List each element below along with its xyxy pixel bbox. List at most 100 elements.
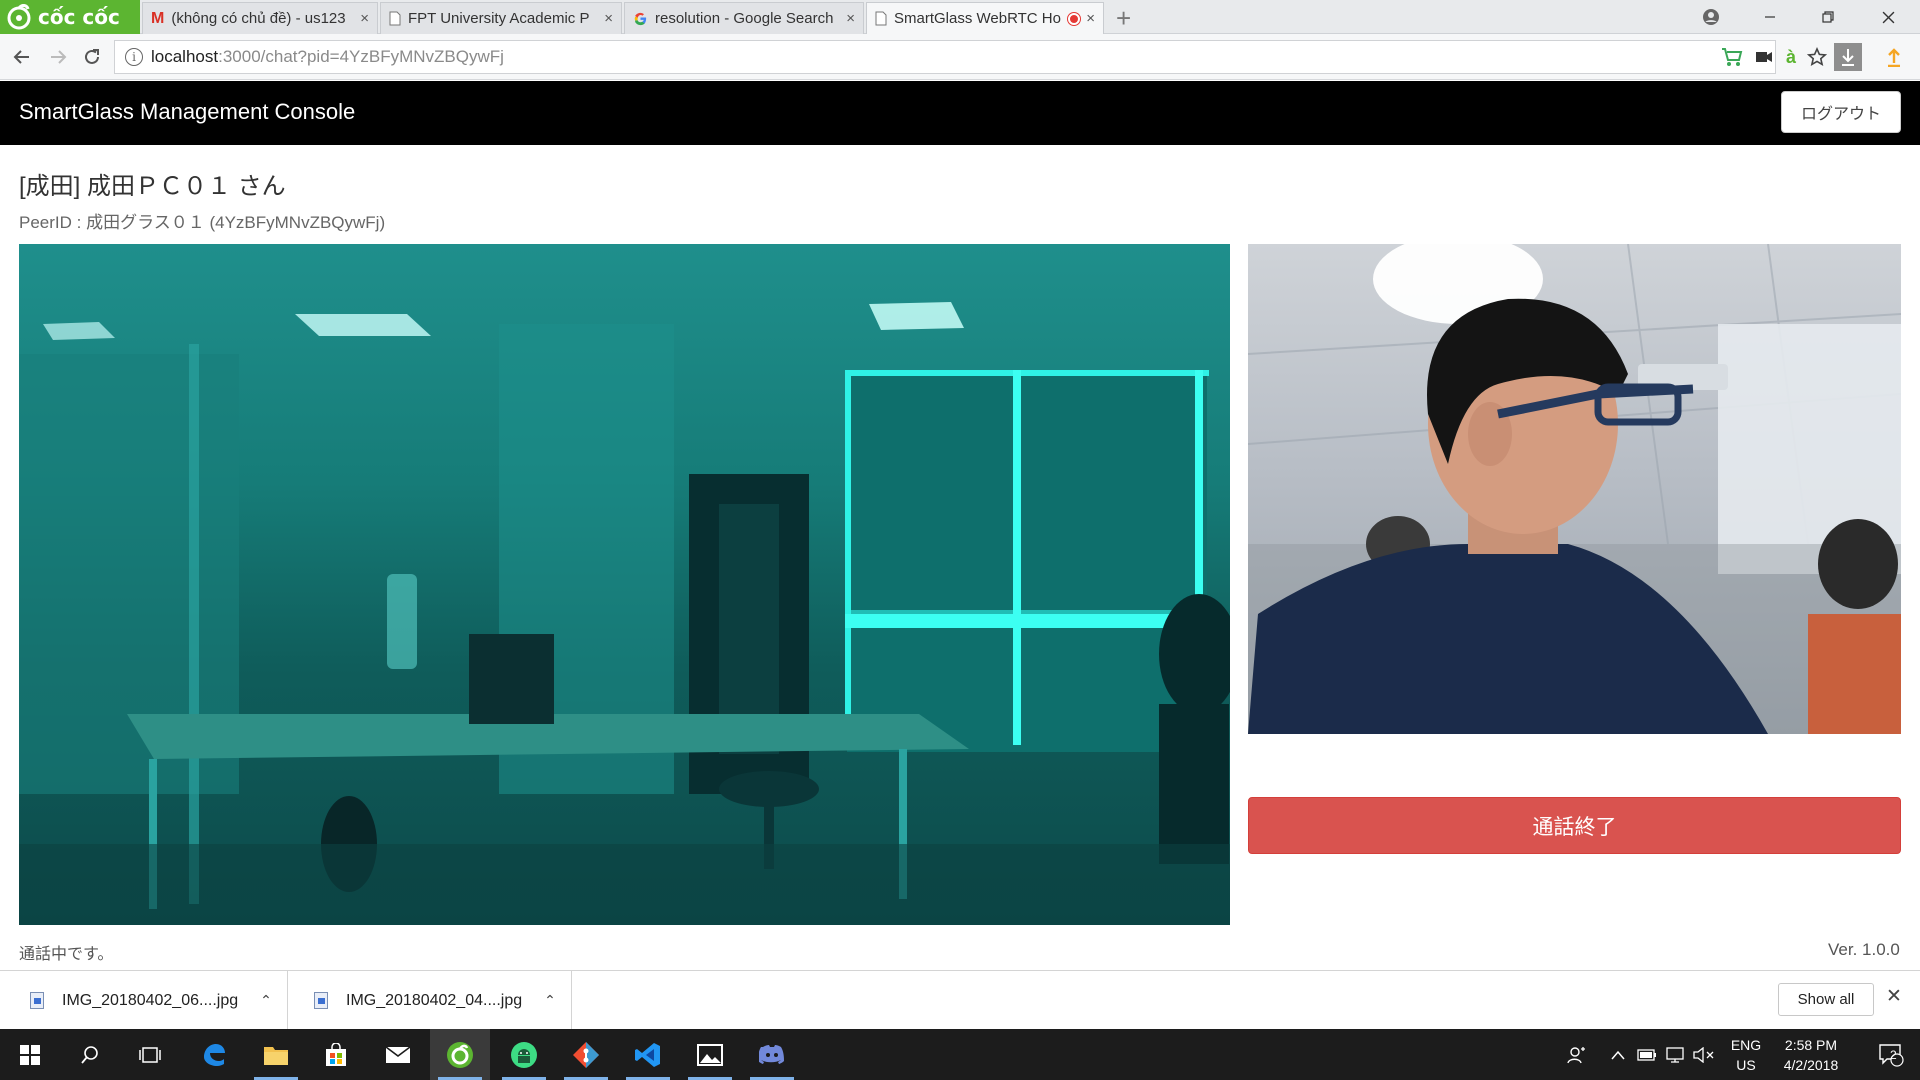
remote-video bbox=[19, 244, 1230, 925]
recording-indicator-icon bbox=[1068, 12, 1081, 25]
store-bag-icon bbox=[326, 1042, 346, 1066]
action-center-button[interactable]: 2 bbox=[1866, 1029, 1916, 1080]
people-button[interactable] bbox=[1562, 1029, 1592, 1080]
taskbar-discord[interactable] bbox=[742, 1029, 802, 1080]
remote-video-scene bbox=[19, 302, 1230, 925]
close-window-button[interactable] bbox=[1864, 0, 1912, 34]
download-arrow-icon bbox=[1842, 49, 1854, 66]
network-status[interactable] bbox=[1662, 1029, 1688, 1080]
taskbar-photos[interactable] bbox=[680, 1029, 740, 1080]
arrow-left-icon bbox=[13, 50, 29, 64]
end-call-button[interactable]: 通話終了 bbox=[1248, 797, 1901, 854]
download-item[interactable]: IMG_20180402_06....jpg ⌃ bbox=[0, 971, 288, 1030]
address-bar[interactable]: i localhost:3000/chat?pid=4YzBFyMNvZBQyw… bbox=[114, 40, 1776, 74]
logout-button[interactable]: ログアウト bbox=[1781, 91, 1901, 133]
tab-close-button[interactable]: × bbox=[604, 10, 613, 27]
info-icon[interactable]: i bbox=[125, 48, 143, 66]
back-button[interactable] bbox=[8, 43, 36, 71]
volume-muted-icon bbox=[1693, 1046, 1714, 1063]
chevron-up-icon[interactable]: ⌃ bbox=[260, 992, 272, 1009]
page-icon bbox=[389, 11, 401, 26]
people-icon bbox=[1567, 1046, 1585, 1063]
version-label: Ver. 1.0.0 bbox=[1828, 940, 1900, 959]
git-icon bbox=[573, 1041, 599, 1068]
image-file-icon bbox=[314, 992, 328, 1009]
clock[interactable]: 2:58 PM 4/2/2018 bbox=[1766, 1035, 1856, 1075]
new-tab-button[interactable]: + bbox=[1116, 3, 1131, 34]
download-manager-button[interactable] bbox=[1834, 43, 1862, 71]
url-path: :3000/chat?pid=4YzBFyMNvZBQywFj bbox=[218, 47, 504, 66]
shopping-cart-extension[interactable] bbox=[1718, 44, 1746, 70]
folder-icon bbox=[264, 1046, 288, 1065]
chevron-up-icon bbox=[1611, 1050, 1625, 1059]
browser-toolbar: i localhost:3000/chat?pid=4YzBFyMNvZBQyw… bbox=[0, 34, 1920, 80]
battery-icon bbox=[1637, 1048, 1656, 1061]
vscode-icon bbox=[635, 1042, 660, 1067]
taskbar-vscode[interactable] bbox=[618, 1029, 678, 1080]
volume-control[interactable] bbox=[1690, 1029, 1718, 1080]
tab-close-button[interactable]: × bbox=[360, 10, 369, 27]
camera-indicator[interactable] bbox=[1752, 44, 1776, 70]
tab-title: FPT University Academic P bbox=[408, 10, 590, 27]
tab-gmail[interactable]: M (không có chủ đề) - us123 × bbox=[142, 2, 378, 34]
input-language[interactable]: ENG US bbox=[1726, 1035, 1766, 1075]
tab-close-button[interactable]: × bbox=[846, 10, 855, 27]
letter-a-icon: à bbox=[1785, 46, 1796, 67]
image-file-icon bbox=[30, 992, 44, 1009]
close-icon bbox=[1882, 11, 1894, 23]
shopping-cart-icon bbox=[1722, 48, 1743, 66]
tab-google-search[interactable]: resolution - Google Search × bbox=[624, 2, 864, 34]
peer-title: [成田] 成田ＰＣ０１ さん bbox=[19, 173, 286, 200]
tab-title: resolution - Google Search bbox=[655, 10, 834, 27]
forward-button[interactable] bbox=[44, 43, 72, 71]
windows-logo-icon bbox=[20, 1044, 40, 1065]
video-camera-icon bbox=[1756, 52, 1772, 62]
show-hidden-icons-button[interactable] bbox=[1606, 1029, 1630, 1080]
tab-fpt-university[interactable]: FPT University Academic P × bbox=[380, 2, 622, 34]
edge-icon bbox=[204, 1043, 225, 1066]
peer-id-line: PeerID : 成田グラス０１ (4YzBFyMNvZBQywFj) bbox=[19, 213, 386, 232]
search-icon bbox=[81, 1045, 98, 1064]
minimize-button[interactable] bbox=[1746, 0, 1794, 34]
search-button[interactable] bbox=[60, 1029, 120, 1080]
download-bar: IMG_20180402_06....jpg ⌃ IMG_20180402_04… bbox=[0, 970, 1920, 1030]
start-button[interactable] bbox=[0, 1029, 60, 1080]
clock-date: 4/2/2018 bbox=[1783, 1057, 1839, 1073]
tab-smartglass-webrtc[interactable]: SmartGlass WebRTC Ho × bbox=[866, 2, 1104, 34]
local-video-scene bbox=[1248, 244, 1901, 734]
account-icon bbox=[1703, 9, 1719, 25]
task-view-button[interactable] bbox=[120, 1029, 180, 1080]
taskbar-edge[interactable] bbox=[184, 1029, 244, 1080]
language-code: ENG bbox=[1730, 1037, 1762, 1053]
minimize-icon bbox=[1765, 16, 1775, 18]
coccoc-logo-icon bbox=[7, 4, 31, 30]
restore-button[interactable] bbox=[1804, 0, 1852, 34]
battery-status[interactable] bbox=[1634, 1029, 1660, 1080]
bookmark-button[interactable] bbox=[1804, 44, 1830, 70]
taskbar-git[interactable] bbox=[556, 1029, 616, 1080]
taskbar-store[interactable] bbox=[306, 1029, 366, 1080]
upload-button[interactable] bbox=[1880, 44, 1908, 70]
taskbar-android-studio[interactable] bbox=[494, 1029, 554, 1080]
show-all-downloads-button[interactable]: Show all bbox=[1778, 983, 1874, 1016]
page-icon bbox=[875, 11, 887, 26]
brand-name: cốc cốc bbox=[38, 5, 120, 29]
download-filename: IMG_20180402_06....jpg bbox=[62, 991, 239, 1009]
download-filename: IMG_20180402_04....jpg bbox=[346, 991, 523, 1009]
profile-button[interactable] bbox=[1687, 0, 1735, 34]
notification-count-badge: 2 bbox=[1890, 1048, 1897, 1062]
taskbar-mail[interactable] bbox=[368, 1029, 428, 1080]
reload-button[interactable] bbox=[78, 43, 106, 71]
discord-icon bbox=[759, 1044, 784, 1064]
network-icon bbox=[1666, 1046, 1684, 1063]
tab-close-button[interactable]: × bbox=[1086, 10, 1095, 27]
clock-time: 2:58 PM bbox=[1784, 1037, 1838, 1053]
coccoc-brand-button[interactable]: cốc cốc bbox=[0, 0, 140, 34]
tab-title: SmartGlass WebRTC Ho bbox=[894, 10, 1061, 27]
taskbar-coccoc[interactable] bbox=[430, 1029, 490, 1080]
taskbar-file-explorer[interactable] bbox=[246, 1029, 306, 1080]
chevron-up-icon[interactable]: ⌃ bbox=[544, 992, 556, 1009]
translate-extension[interactable]: à bbox=[1780, 44, 1802, 70]
download-item[interactable]: IMG_20180402_04....jpg ⌃ bbox=[288, 971, 572, 1030]
close-download-bar-button[interactable]: ✕ bbox=[1886, 985, 1902, 1008]
